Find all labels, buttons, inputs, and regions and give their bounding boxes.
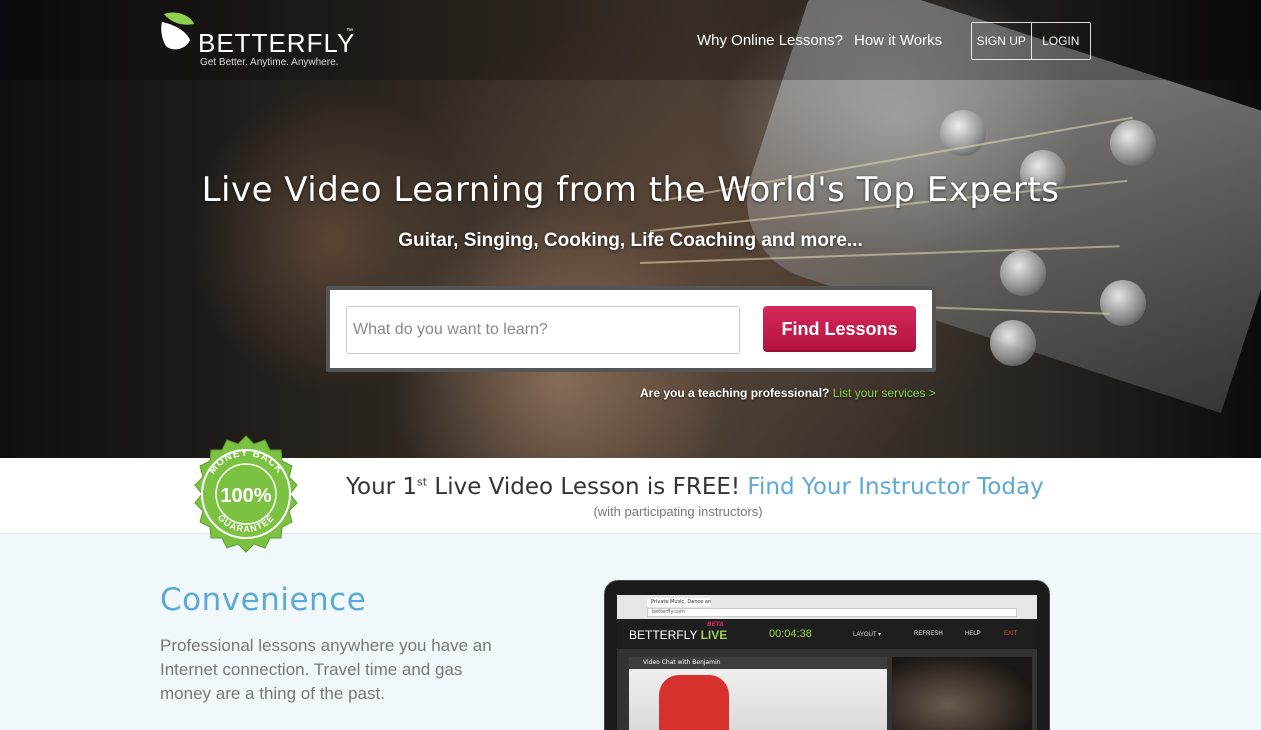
app-live-label: LIVE (700, 628, 728, 642)
money-back-guarantee-badge: MONEY BACK GUARANTEE 100% (194, 435, 298, 553)
app-logo: BETTERFLY LIVE (629, 628, 727, 642)
laptop-screen: Private Music, Dance and betterfly.com B… (617, 595, 1037, 730)
login-button[interactable]: LOGIN (1030, 23, 1091, 59)
list-services-link[interactable]: List your services > (833, 386, 936, 400)
app-beta-label: BETA (707, 621, 724, 628)
find-instructor-link[interactable]: Find Your Instructor Today (747, 474, 1043, 500)
hero-subheadline: Guitar, Singing, Cooking, Life Coaching … (398, 230, 863, 251)
logo-tagline: Get Better. Anytime. Anywhere. (200, 57, 339, 68)
app-toolbar: BETTERFLY LIVE BETA 00:04:38 LAYOUT ▾ RE… (617, 619, 1037, 649)
convenience-text: Professional lessons anywhere you have a… (160, 636, 492, 703)
exit-control: EXIT (1004, 631, 1018, 637)
app-logo-text: BETTERFLY (629, 628, 698, 642)
browser-chrome: Private Music, Dance and betterfly.com (617, 595, 1037, 619)
free-line-middle: Live Video Lesson is FREE! (427, 474, 748, 500)
refresh-control: REFRESH (914, 631, 943, 637)
main-video-feed: Video Chat with Benjamin (629, 657, 887, 730)
browser-url-bar: betterfly.com (647, 608, 1017, 617)
free-line-start: Your 1 (346, 474, 418, 500)
butterfly-leaf-icon (161, 12, 194, 50)
video-chat-label: Video Chat with Benjamin (629, 657, 887, 669)
browser-tab: Private Music, Dance and (647, 598, 711, 607)
hero-headline: Live Video Learning from the World's Top… (201, 170, 1060, 210)
laptop-app-preview: Private Music, Dance and betterfly.com B… (604, 580, 1050, 730)
session-timer: 00:04:38 (769, 628, 812, 640)
signup-button[interactable]: SIGN UP (972, 23, 1031, 59)
tuning-peg (990, 320, 1036, 366)
convenience-title: Convenience (160, 582, 367, 618)
lesson-search-input[interactable] (346, 306, 740, 354)
free-line-sup: st (417, 475, 428, 489)
student-in-red-shirt (659, 675, 729, 730)
logo-wordmark: BETTERFLY (198, 28, 356, 58)
nav-how-it-works[interactable]: How it Works (854, 32, 942, 49)
teaching-professional-prompt: Are you a teaching professional? List yo… (640, 386, 936, 400)
nav-why-online-lessons[interactable]: Why Online Lessons? (697, 32, 843, 49)
lesson-search-box: Find Lessons (326, 286, 936, 372)
teaching-prompt-text: Are you a teaching professional? (640, 386, 830, 400)
auth-button-group: SIGN UP LOGIN (971, 22, 1091, 60)
tuning-peg (1100, 280, 1146, 326)
betterfly-logo[interactable]: BETTERFLY ™ Get Better. Anytime. Anywher… (160, 10, 360, 70)
layout-control: LAYOUT ▾ (853, 632, 882, 638)
help-control: HELP (965, 631, 981, 637)
tuning-peg (1110, 120, 1156, 166)
find-lessons-button[interactable]: Find Lessons (763, 306, 916, 352)
tuning-peg (1000, 250, 1046, 296)
logo-trademark: ™ (346, 28, 353, 35)
free-lesson-headline: Your 1st Live Video Lesson is FREE! Find… (346, 474, 1044, 500)
instructor-video-feed (892, 657, 1032, 730)
free-lesson-note: (with participating instructors) (593, 504, 763, 519)
